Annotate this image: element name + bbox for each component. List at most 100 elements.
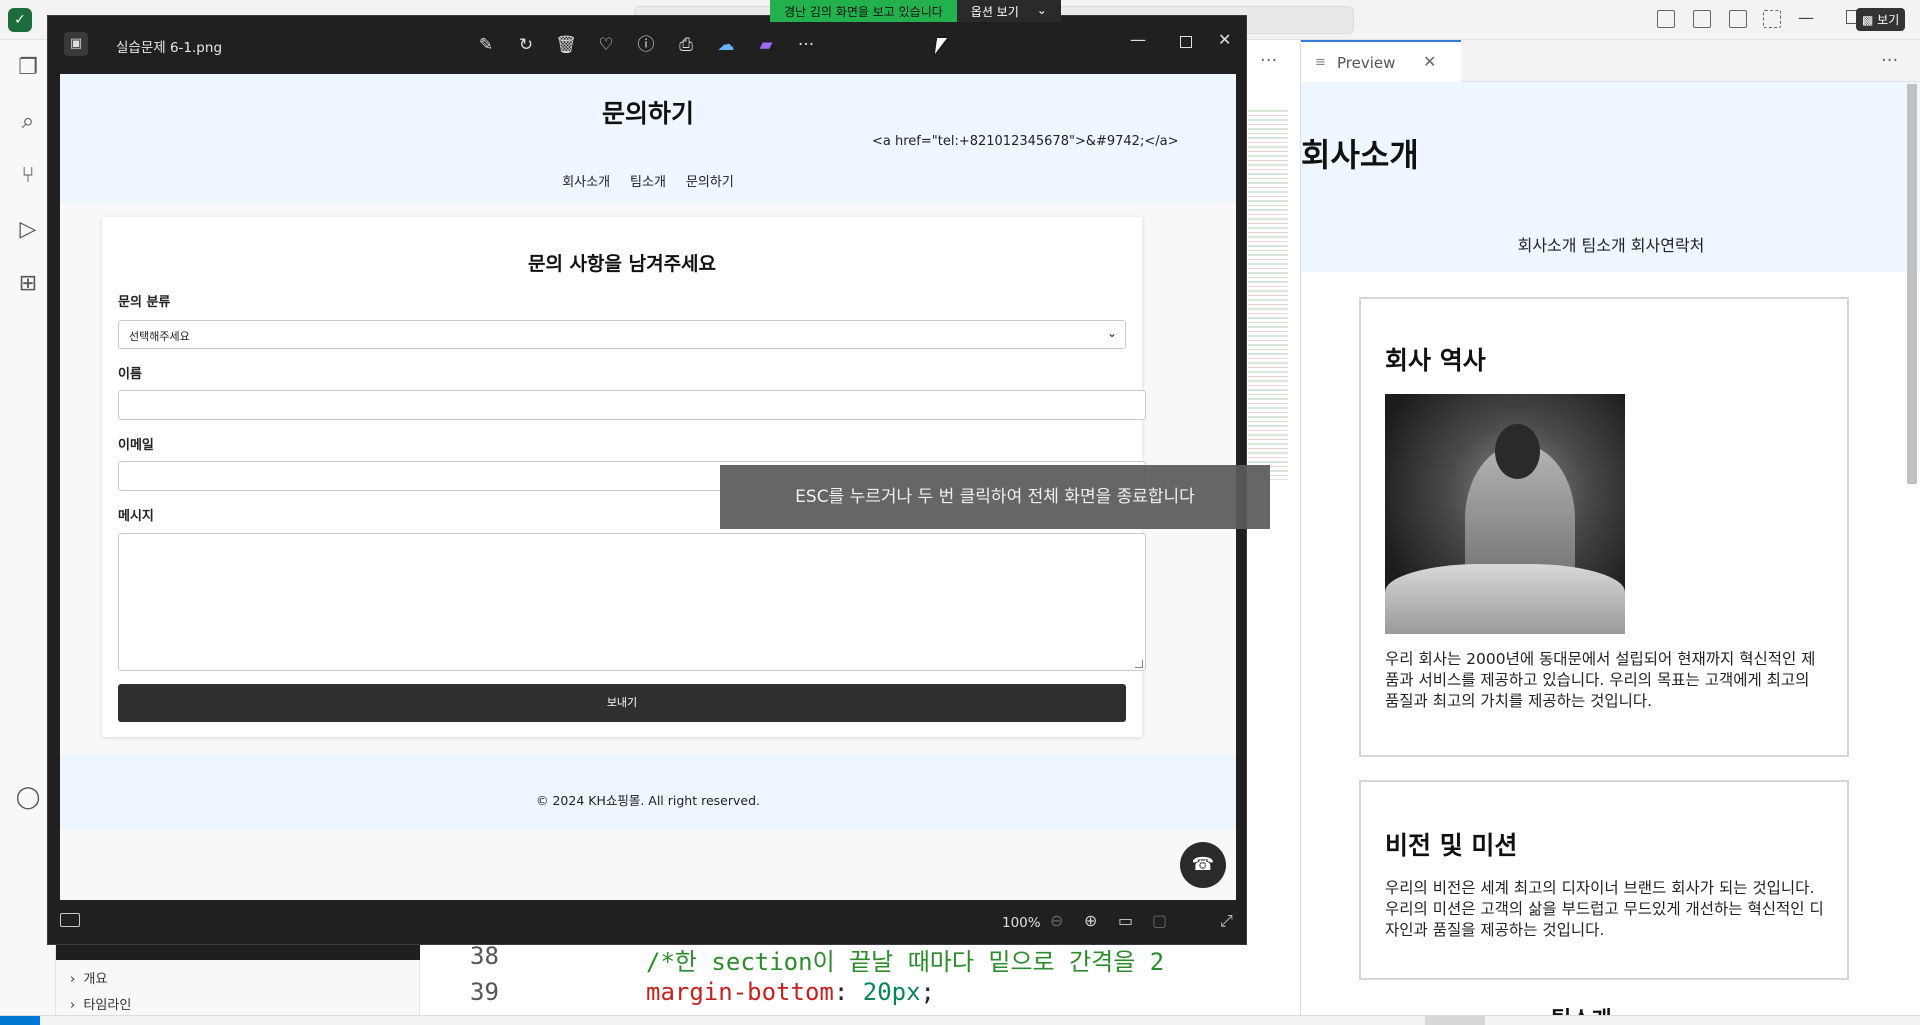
css-semicolon: ;	[920, 978, 935, 1006]
fullscreen-exit-toast: ESC를 누르거나 두 번 클릭하여 전체 화면을 종료합니다	[720, 465, 1270, 529]
line-number: 38	[470, 942, 499, 970]
status-bar	[0, 1015, 1920, 1025]
delete-icon[interactable]: 🗑	[553, 32, 579, 58]
zoom-level: 100%	[1002, 915, 1041, 931]
site-nav: 회사소개 팀소개 문의하기	[60, 171, 1236, 190]
share-options-button[interactable]: 옵션 보기 ⌄	[956, 0, 1061, 22]
card-text: 우리의 비전은 세계 최고의 디자이너 브랜드 회사가 되는 것입니다. 우리의…	[1385, 879, 1824, 939]
scrollbar[interactable]	[1907, 84, 1917, 484]
timeline-label: 타임라인	[83, 998, 132, 1013]
phone-call-button[interactable]: ☎	[1180, 842, 1226, 888]
vision-card: 비전 및 미션 우리의 비전은 세계 최고의 디자이너 브랜드 회사가 되는 것…	[1359, 780, 1849, 980]
section-title: 팀소개	[1551, 1002, 1612, 1015]
outline-label: 개요	[83, 972, 108, 987]
card-title: 비전 및 미션	[1385, 831, 1518, 860]
filmstrip-icon[interactable]	[60, 913, 80, 927]
rotate-icon[interactable]: ↻	[513, 32, 539, 58]
card-title: 회사 역사	[1385, 346, 1486, 375]
preview-tab-bar: ≡ Preview ✕ ···	[1301, 40, 1920, 82]
category-label: 문의 분류	[118, 295, 171, 310]
maximize-icon[interactable]	[1180, 36, 1192, 48]
shield-icon: ✓	[8, 8, 32, 32]
chevron-down-icon: ⌄	[1106, 326, 1117, 340]
category-select[interactable]: 선택해주세요 ⌄	[118, 320, 1126, 349]
preview-tab-label: Preview	[1337, 54, 1396, 72]
explorer-bottom-sections: › 개요 › 타임라인	[56, 960, 420, 1015]
clipchamp-icon[interactable]: ▰	[753, 32, 779, 58]
chevron-down-icon: ⌄	[1036, 3, 1047, 17]
category-selected-value: 선택해주세요	[129, 330, 190, 343]
actual-size-icon[interactable]: ▢	[1152, 911, 1167, 930]
form-title: 문의 사항을 남겨주세요	[527, 253, 717, 275]
account-icon[interactable]: ◯	[14, 784, 42, 812]
photos-app-icon[interactable]: ▣	[64, 32, 88, 56]
name-label: 이름	[118, 367, 142, 382]
print-icon[interactable]: ⎙	[673, 32, 699, 58]
code-comment-line[interactable]: /*한 section이 끝날 때마다 밑으로 간격을 2	[646, 942, 1164, 977]
toggle-secondary-sidebar-icon[interactable]	[1729, 10, 1747, 28]
explorer-icon[interactable]: ❐	[14, 54, 42, 82]
search-icon[interactable]: ⌕	[14, 108, 42, 136]
site-title: 문의하기	[601, 99, 694, 128]
css-colon: :	[833, 978, 863, 1006]
share-options-label: 옵션 보기	[970, 5, 1019, 19]
preview-nav[interactable]: 회사소개 팀소개 회사연락처	[1301, 232, 1920, 256]
line-number: 39	[470, 978, 499, 1006]
photo-viewer-window: ▣ 실습문제 6-1.png ✎ ↻ 🗑 ♡ ⓘ ⎙ ☁ ▰ ··· — ✕ 문…	[47, 15, 1270, 946]
toggle-panel-icon[interactable]	[1693, 10, 1711, 28]
preview-icon: ≡	[1315, 55, 1326, 70]
preview-tab[interactable]: ≡ Preview ✕	[1301, 40, 1461, 82]
info-icon[interactable]: ⓘ	[633, 32, 659, 58]
card-text: 우리 회사는 2000년에 동대문에서 설립되어 현재까지 혁신적인 제품과 서…	[1385, 650, 1816, 710]
minimize-window-icon[interactable]: —	[1798, 8, 1814, 27]
email-label: 이메일	[118, 438, 154, 453]
resize-handle[interactable]	[1135, 660, 1143, 668]
minimize-icon[interactable]: —	[1130, 30, 1146, 49]
share-status-text: 경난 김의 화면을 보고 있습니다	[770, 0, 957, 22]
zoom-out-icon[interactable]: ⊖	[1050, 911, 1063, 930]
css-property: margin-bottom	[646, 978, 834, 1006]
extensions-icon[interactable]: ⊞	[14, 270, 42, 298]
edit-image-icon[interactable]: ✎	[473, 32, 499, 58]
fullscreen-icon[interactable]: ⤢	[1220, 911, 1233, 931]
nav-link-about[interactable]: 회사소개	[562, 171, 610, 190]
source-control-icon[interactable]: ⑂	[14, 162, 42, 190]
view-badge[interactable]: ▩ 보기	[1856, 8, 1906, 31]
more-icon[interactable]: ···	[793, 32, 819, 58]
zoom-in-icon[interactable]: ⊕	[1084, 911, 1097, 930]
message-textarea[interactable]	[118, 533, 1146, 671]
nav-link-team[interactable]: 팀소개	[630, 171, 666, 190]
site-footer: © 2024 KH쇼핑몰. All right reserved.	[60, 754, 1236, 830]
outline-section[interactable]: › 개요	[70, 968, 107, 987]
viewer-toolbar: ▣ 실습문제 6-1.png ✎ ↻ 🗑 ♡ ⓘ ⎙ ☁ ▰ ··· — ✕	[48, 16, 1248, 74]
status-item[interactable]	[1425, 1016, 1485, 1025]
close-icon[interactable]: ✕	[1423, 52, 1436, 71]
timeline-section[interactable]: › 타임라인	[70, 994, 131, 1013]
remote-indicator[interactable]	[0, 1016, 40, 1025]
file-name: 실습문제 6-1.png	[116, 40, 223, 56]
more-actions-icon[interactable]: ···	[1260, 50, 1277, 71]
editor-minimap[interactable]	[1248, 110, 1288, 480]
run-debug-icon[interactable]: ▷	[14, 216, 42, 244]
nav-link-contact[interactable]: 문의하기	[686, 171, 734, 190]
screen-share-bar: 경난 김의 화면을 보고 있습니다 옵션 보기 ⌄	[770, 0, 1061, 22]
fit-to-window-icon[interactable]: ▭	[1118, 911, 1133, 930]
history-photo	[1385, 394, 1625, 634]
close-icon[interactable]: ✕	[1218, 30, 1231, 49]
favorite-icon[interactable]: ♡	[593, 32, 619, 58]
raw-anchor-code-text: <a href="tel:+821012345678">&#9742;</a>	[872, 134, 1179, 149]
css-value: 20px	[862, 978, 921, 1006]
viewer-bottom-bar: 100% ⊖ ⊕ ▭ ▢ ⤢	[48, 900, 1248, 946]
footer-copyright: © 2024 KH쇼핑몰. All right reserved.	[535, 793, 760, 808]
onedrive-icon[interactable]: ☁	[713, 32, 739, 58]
more-actions-icon[interactable]: ···	[1881, 50, 1898, 71]
toggle-sidebar-icon[interactable]	[1657, 10, 1675, 28]
preview-pane: ≡ Preview ✕ ··· 회사소개 회사소개 팀소개 회사연락처 회사 역…	[1300, 40, 1920, 1015]
send-button[interactable]: 보내기	[118, 684, 1126, 722]
history-card: 회사 역사 우리 회사는 2000년에 동대문에서 설립되어 현재까지 혁신적인…	[1359, 297, 1849, 757]
message-label: 메시지	[118, 509, 154, 524]
name-input[interactable]	[118, 390, 1146, 420]
customize-layout-icon[interactable]	[1763, 10, 1781, 28]
code-line[interactable]: margin-bottom: 20px;	[646, 978, 935, 1006]
preview-page-title: 회사소개	[1301, 136, 1419, 174]
